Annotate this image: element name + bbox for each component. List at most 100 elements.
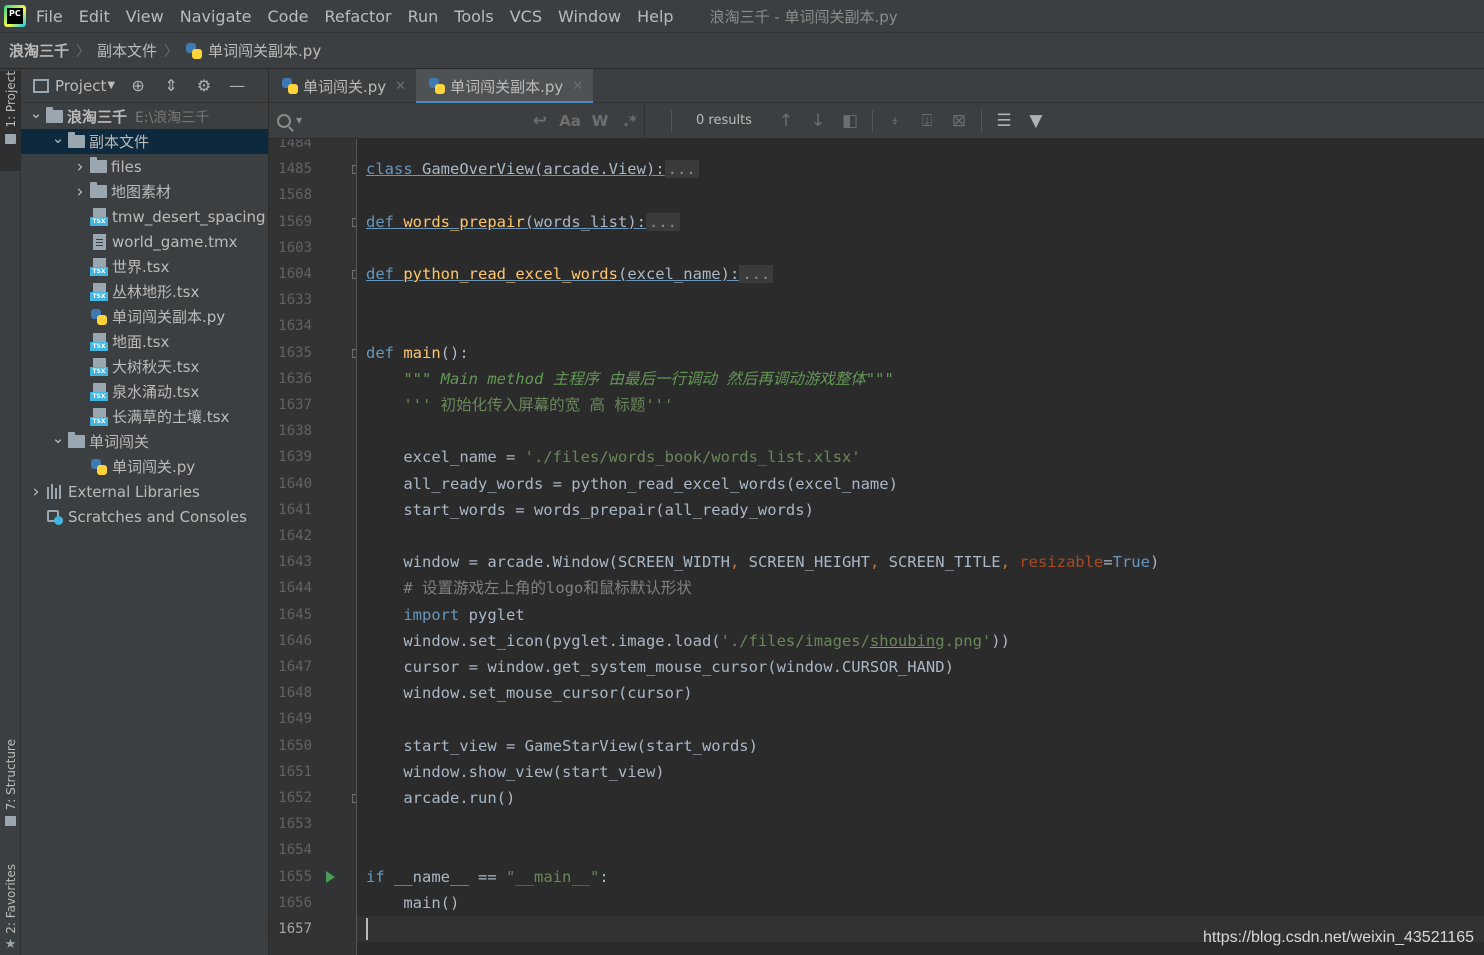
tree-item[interactable]: ›world_game.tmx: [21, 229, 268, 254]
code-token: start_view = GameStarView(start_words): [366, 736, 758, 755]
menu-tools[interactable]: Tools: [454, 7, 493, 26]
favorites-tool-window-tab[interactable]: 2: Favorites ★: [0, 864, 21, 952]
code-token: def: [366, 265, 394, 283]
hide-panel-icon[interactable]: —: [228, 76, 246, 95]
project-tree: ⌄浪淘三千E:\浪淘三千⌄副本文件›files›地图素材›TSXtmw_dese…: [21, 103, 268, 529]
tree-item[interactable]: ›Scratches and Consoles: [21, 504, 268, 529]
select-all-matches-icon[interactable]: ⊠: [943, 103, 975, 139]
folder-icon: [46, 107, 63, 123]
code-token: ...: [664, 160, 699, 179]
project-view-selector[interactable]: Project: [55, 77, 106, 95]
run-icon[interactable]: [326, 870, 335, 883]
locate-file-icon[interactable]: ⊕: [129, 76, 147, 95]
chevron-right-icon[interactable]: ›: [73, 182, 87, 202]
line-number: 1642: [278, 528, 312, 544]
structure-tool-window-tab[interactable]: 7: Structure: [0, 739, 21, 827]
code-token: main(): [366, 893, 460, 912]
tree-item[interactable]: ›单词闯关副本.py: [21, 304, 268, 329]
code-line: """ Main method 主程序 由最后一行调动 然后再调动游戏整体""": [366, 366, 893, 392]
breadcrumb-project[interactable]: 浪淘三千: [9, 40, 69, 61]
search-icon[interactable]: [277, 113, 291, 128]
code-editor[interactable]: class GameOverView(arcade.View):... def w…: [357, 139, 1484, 955]
code-token: window.set_mouse_cursor(cursor): [366, 684, 693, 703]
tree-item[interactable]: › files: [21, 154, 268, 179]
tab-danci-chuangguan[interactable]: 单词闯关.py ✕: [269, 69, 416, 103]
watermark-text: https://blog.csdn.net/weixin_43521165: [1202, 929, 1474, 946]
chevron-down-icon[interactable]: ⌄: [29, 104, 43, 122]
line-number: 1647: [278, 659, 312, 675]
breadcrumb-separator-icon: 〉: [164, 43, 179, 60]
code-token: )): [991, 631, 1010, 650]
close-icon[interactable]: ✕: [572, 79, 583, 94]
collapse-all-icon[interactable]: ⇕: [162, 76, 180, 95]
gear-icon[interactable]: ⚙: [195, 76, 213, 95]
code-token: def: [366, 212, 394, 231]
add-occurrence-icon[interactable]: ⍖: [879, 103, 911, 139]
line-number: 1656: [278, 894, 312, 911]
chevron-down-icon[interactable]: ⌄: [51, 429, 65, 447]
python-file-icon: [185, 42, 203, 60]
code-line: window.show_view(start_view): [366, 759, 664, 785]
toolbar-divider: [871, 109, 873, 132]
menu-run[interactable]: Run: [408, 7, 439, 26]
breadcrumb-file[interactable]: 单词闯关副本.py: [208, 40, 321, 61]
tree-item[interactable]: › External Libraries: [21, 479, 268, 504]
dropdown-caret-icon[interactable]: ▼: [107, 80, 115, 91]
tab-label: 单词闯关.py: [303, 77, 387, 96]
menu-help[interactable]: Help: [637, 7, 673, 26]
line-number: 1484: [278, 139, 312, 151]
tree-item[interactable]: ›TSX长满草的土壤.tsx: [21, 404, 268, 429]
tree-item[interactable]: ›TSX世界.tsx: [21, 254, 268, 279]
select-all-occurrences-icon[interactable]: ◧: [834, 103, 866, 139]
left-tool-stripe: 1: Project 7: Structure 2: Favorites ★: [0, 69, 21, 955]
menu-view[interactable]: View: [126, 7, 164, 26]
python-file-icon: [428, 77, 446, 95]
menu-file[interactable]: File: [36, 7, 63, 26]
project-panel: Project ▼ ⊕ ⇕ ⚙ — ⌄ 浪淘三千 E:\浪淘三千 ⌄ 副本文件 › file…: [21, 69, 269, 955]
close-icon[interactable]: ✕: [395, 79, 406, 94]
line-number: 1644: [278, 580, 312, 597]
code-token: ...: [646, 212, 680, 231]
arrow-down-icon[interactable]: ↓: [802, 103, 834, 139]
folder-icon: [90, 157, 107, 173]
tree-item[interactable]: ⌄ 浪淘三千 E:\浪淘三千: [21, 104, 268, 129]
line-number: 1652: [278, 790, 312, 806]
tree-item[interactable]: ⌄ 副本文件: [21, 129, 268, 154]
menu-vcs[interactable]: VCS: [510, 7, 542, 26]
filter-icon[interactable]: ▼: [1020, 103, 1052, 139]
code-line: cursor = window.get_system_mouse_cursor(…: [366, 654, 954, 680]
tree-item[interactable]: ›TSX泉水涌动.tsx: [21, 379, 268, 404]
tree-item[interactable]: ›单词闯关.py: [21, 454, 268, 479]
menu-code[interactable]: Code: [268, 7, 309, 26]
tree-item-label: Scratches and Consoles: [68, 507, 247, 526]
structure-tab-label: 7: Structure: [3, 739, 18, 811]
menu-window[interactable]: Window: [558, 7, 621, 26]
menu-refactor[interactable]: Refactor: [324, 7, 391, 26]
arrow-up-icon[interactable]: ↑: [770, 103, 802, 139]
tab-danci-chuangguan-copy[interactable]: 单词闯关副本.py ✕: [416, 69, 594, 104]
line-number: 1643: [278, 554, 312, 571]
code-token: def: [366, 343, 394, 362]
multiline-icon[interactable]: ☰: [988, 103, 1020, 139]
tree-item[interactable]: › 地图素材: [21, 179, 268, 204]
tree-item[interactable]: ›TSXtmw_desert_spacing: [21, 204, 268, 229]
chevron-right-icon[interactable]: ›: [29, 482, 43, 502]
chevron-down-icon[interactable]: ⌄: [51, 129, 65, 147]
code-line: def main():: [366, 340, 469, 366]
project-tool-window-tab[interactable]: 1: Project: [0, 71, 21, 171]
breadcrumb-folder[interactable]: 副本文件: [97, 40, 157, 61]
remove-occurrence-icon[interactable]: ⍗: [911, 103, 943, 139]
tsx-file-icon: TSX: [90, 257, 108, 276]
tree-item[interactable]: ›TSX地面.tsx: [21, 329, 268, 354]
code-token: True: [1112, 553, 1150, 572]
tree-item[interactable]: ›TSX大树秋天.tsx: [21, 354, 268, 379]
menu-navigate[interactable]: Navigate: [180, 7, 252, 26]
menu-edit[interactable]: Edit: [79, 7, 110, 26]
tree-item[interactable]: ⌄ 单词闯关: [21, 429, 268, 454]
code-token: # 设置游戏左上角的logo和鼠标默认形状: [366, 579, 692, 598]
search-input[interactable]: [302, 106, 644, 135]
menu-bar: PC File Edit View Navigate Code Refactor…: [0, 0, 1484, 32]
editor-tab-bar: 单词闯关.py ✕ 单词闯关副本.py ✕: [269, 69, 1484, 104]
tree-item[interactable]: ›TSX丛林地形.tsx: [21, 279, 268, 304]
chevron-right-icon[interactable]: ›: [73, 157, 87, 177]
